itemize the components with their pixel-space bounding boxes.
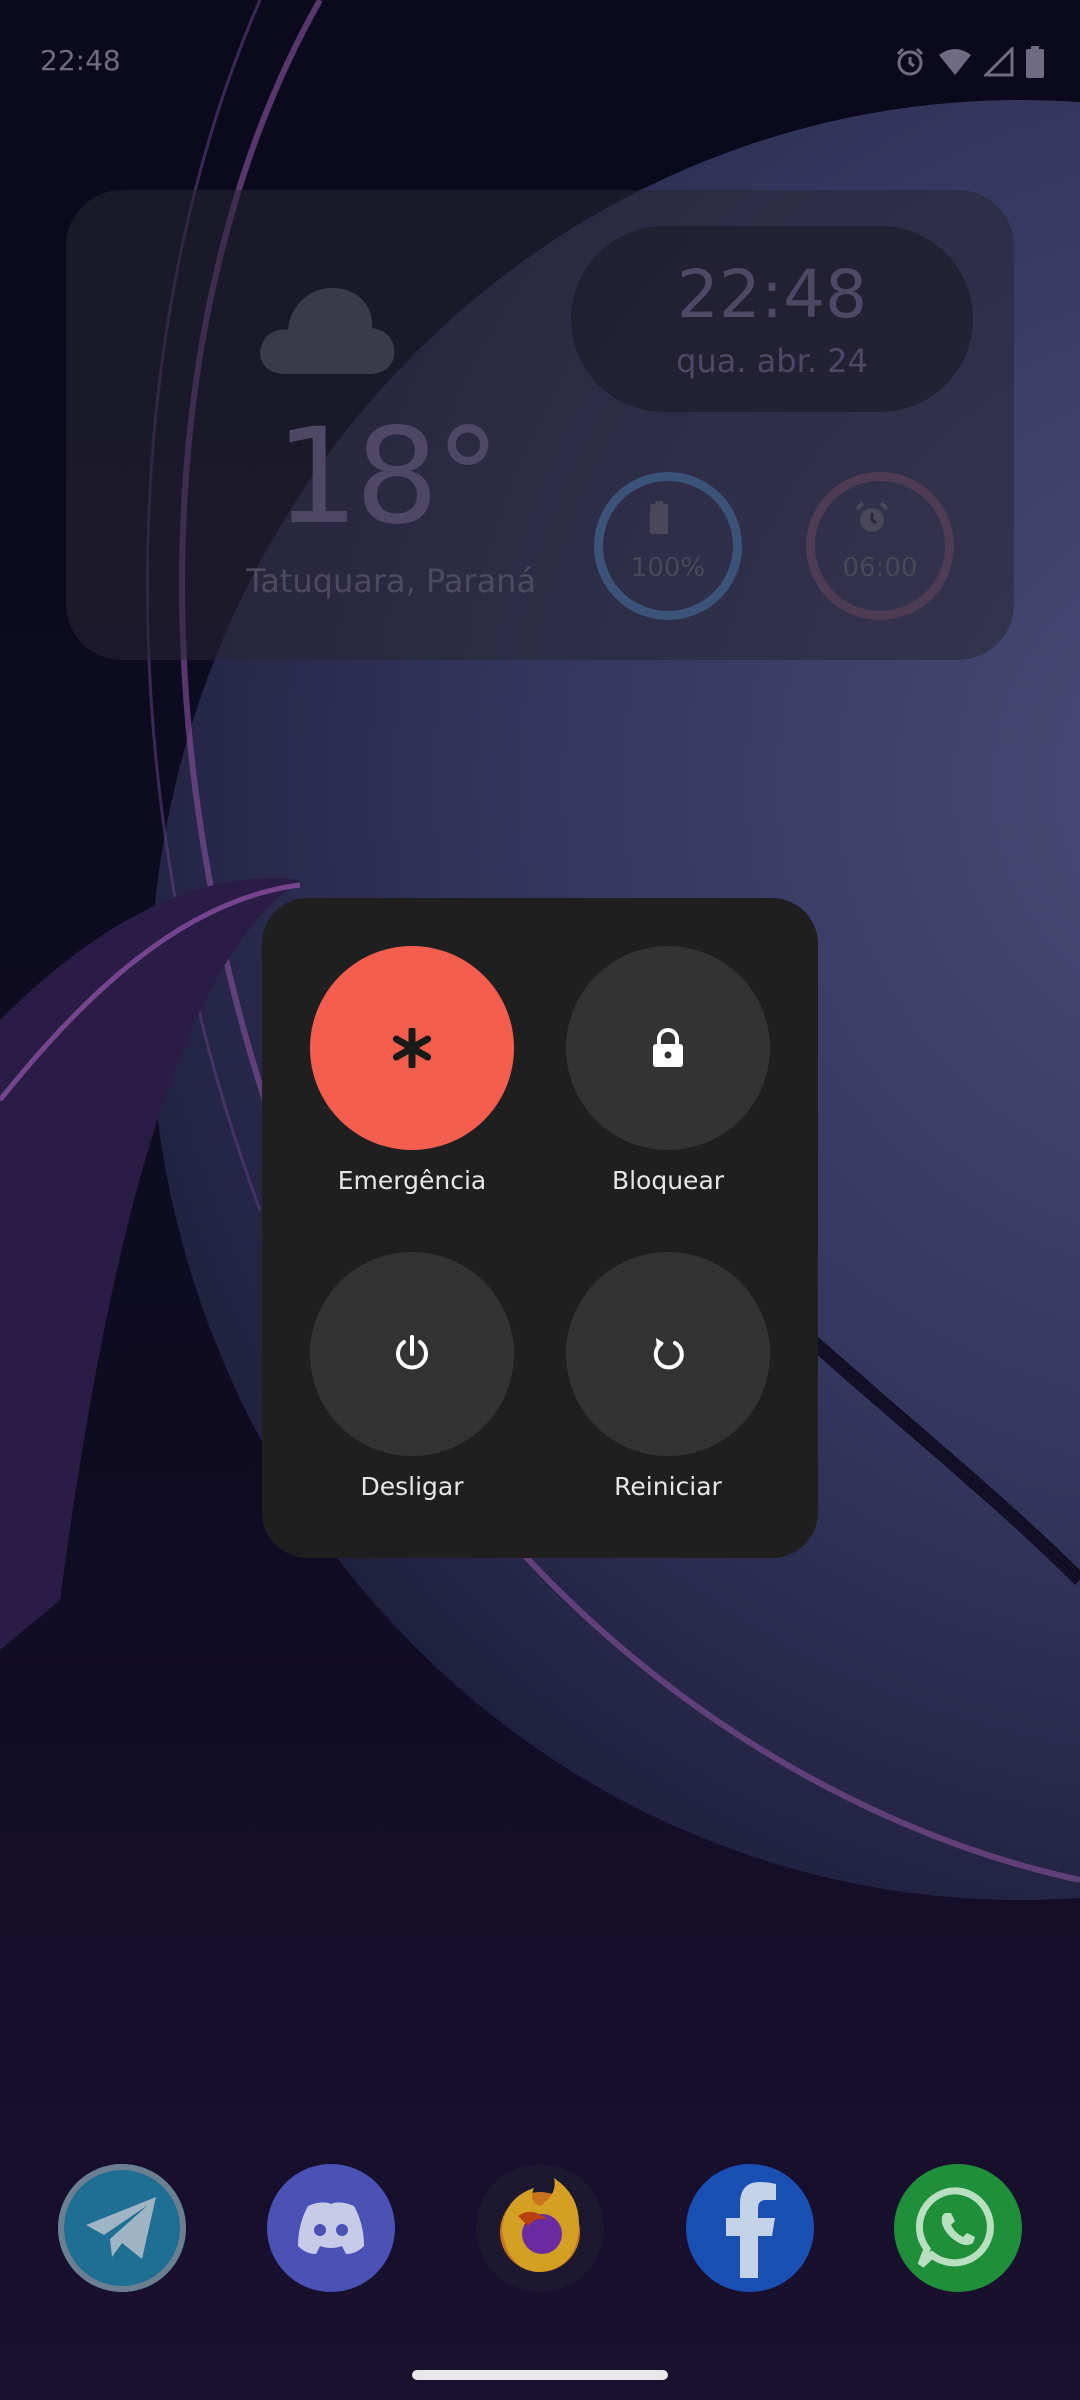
emergency-item[interactable]: Emergência: [310, 946, 514, 1206]
clock-pill[interactable]: 22:48 qua. abr. 24: [571, 226, 973, 412]
restart-icon: [653, 1338, 684, 1370]
wifi-icon: [939, 49, 971, 75]
alarm-icon: [896, 47, 924, 76]
power-off-item[interactable]: Desligar: [310, 1252, 514, 1512]
discord-icon[interactable]: [267, 2164, 395, 2292]
asterisk-icon: [392, 1028, 432, 1068]
clock-time: 22:48: [676, 256, 868, 333]
battery-icon: [650, 501, 668, 534]
emergency-label: Emergência: [337, 1166, 487, 1195]
restart-label: Reiniciar: [614, 1472, 722, 1501]
gesture-nav-bar[interactable]: [412, 2370, 668, 2380]
alarm-label: 06:00: [842, 553, 918, 583]
battery-ring[interactable]: 100%: [594, 472, 742, 620]
restart-item[interactable]: Reiniciar: [566, 1252, 770, 1512]
alarm-ring[interactable]: 06:00: [806, 472, 954, 620]
discord-logo-icon: [298, 2202, 364, 2254]
power-menu: Emergência Bloquear Desligar Reiniciar: [262, 898, 818, 1558]
cloud-icon: [260, 287, 395, 374]
facebook-logo-icon: [726, 2182, 776, 2278]
telegram-icon[interactable]: [58, 2164, 186, 2292]
firefox-logo-icon: [500, 2178, 580, 2272]
lock-button[interactable]: [566, 946, 770, 1150]
status-icons: [894, 44, 1044, 80]
status-bar: 22:48: [0, 0, 1080, 120]
status-time: 22:48: [40, 44, 121, 77]
weather-clock-widget[interactable]: 18° Tatuquara, Paraná 22:48 qua. abr. 24…: [66, 190, 1014, 660]
facebook-icon[interactable]: [686, 2164, 814, 2292]
whatsapp-logo-icon: [915, 2187, 994, 2268]
alarm-icon: [855, 501, 889, 532]
weather-location: Tatuquara, Paraná: [245, 562, 537, 600]
lock-label: Bloquear: [611, 1166, 725, 1195]
lock-item[interactable]: Bloquear: [566, 946, 770, 1206]
power-icon: [396, 1335, 428, 1370]
firefox-icon[interactable]: [476, 2164, 604, 2292]
signal-icon: [984, 47, 1014, 77]
temperature: 18°: [275, 400, 501, 554]
whatsapp-icon[interactable]: [894, 2164, 1022, 2292]
power-off-button[interactable]: [310, 1252, 514, 1456]
battery-label: 100%: [630, 553, 706, 583]
lock-icon: [653, 1028, 683, 1067]
clock-date: qua. abr. 24: [676, 342, 868, 380]
restart-button[interactable]: [566, 1252, 770, 1456]
paper-plane-icon: [86, 2197, 156, 2259]
battery-icon: [1026, 46, 1044, 78]
power-off-label: Desligar: [360, 1472, 464, 1501]
emergency-button[interactable]: [310, 946, 514, 1150]
